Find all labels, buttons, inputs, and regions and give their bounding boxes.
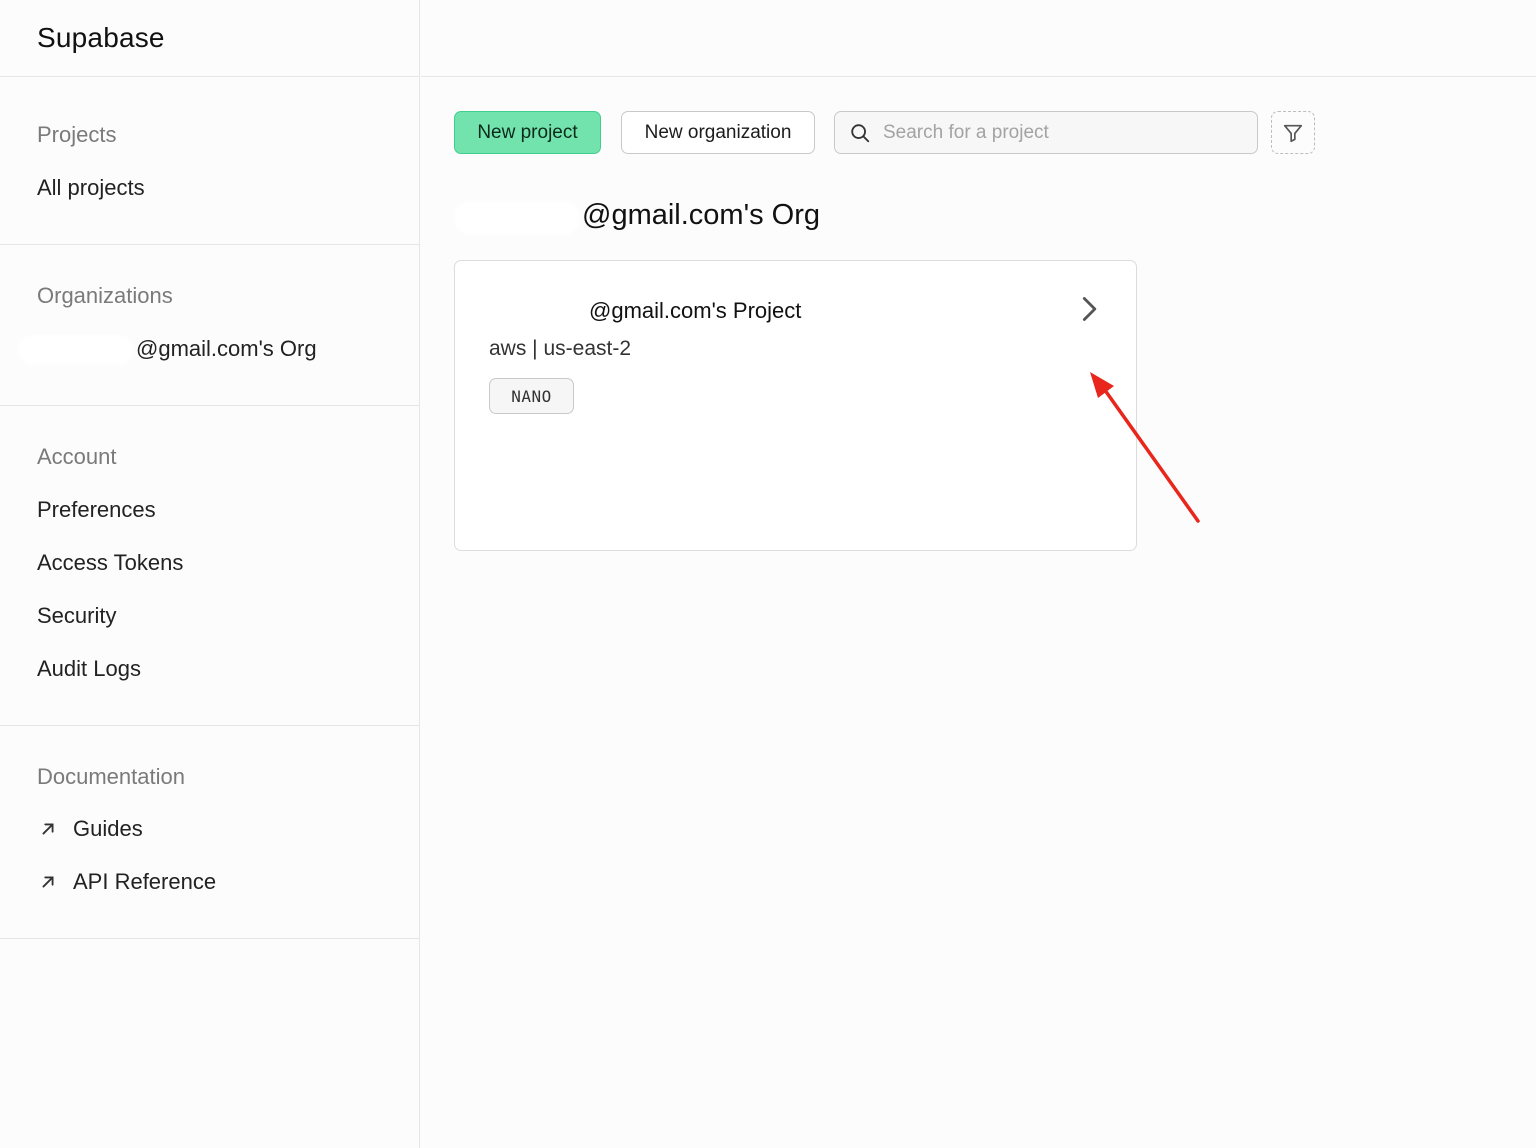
brand-logo[interactable]: Supabase xyxy=(0,0,419,77)
annotation-arrow xyxy=(1090,372,1200,523)
sidebar-section-account: Account Preferences Access Tokens Securi… xyxy=(0,406,420,726)
sidebar-item-guides-label: Guides xyxy=(73,816,143,841)
sidebar-heading-account: Account xyxy=(37,444,117,469)
sidebar-item-access-tokens[interactable]: Access Tokens xyxy=(37,550,183,575)
filter-icon xyxy=(1283,124,1303,142)
sidebar-item-org[interactable]: @gmail.com's Org xyxy=(136,336,317,361)
project-region: aws | us-east-2 xyxy=(489,337,632,360)
sidebar-item-preferences[interactable]: Preferences xyxy=(37,497,156,522)
sidebar-item-security[interactable]: Security xyxy=(37,603,116,628)
sidebar-section-organizations: Organizations @gmail.com's Org xyxy=(0,245,420,406)
sidebar-section-projects: Projects All projects xyxy=(0,77,420,245)
sidebar-heading-documentation: Documentation xyxy=(37,764,185,789)
external-link-icon xyxy=(42,876,54,888)
redacted-email-mask xyxy=(483,297,585,327)
filter-button[interactable] xyxy=(1271,111,1315,154)
sidebar-item-guides[interactable]: Guides xyxy=(37,816,143,842)
chevron-right-icon[interactable] xyxy=(1075,294,1103,324)
project-title: @gmail.com's Project xyxy=(589,298,802,323)
sidebar-heading-projects: Projects xyxy=(37,122,117,147)
external-link-icon xyxy=(42,823,54,835)
search-box xyxy=(834,111,1258,154)
sidebar-item-api-reference-label: API Reference xyxy=(73,869,217,894)
compute-size-badge: NANO xyxy=(489,378,574,414)
sidebar-section-documentation: Documentation Guides API Reference xyxy=(0,726,420,939)
sidebar-item-all-projects[interactable]: All projects xyxy=(37,175,145,200)
sidebar-item-audit-logs[interactable]: Audit Logs xyxy=(37,656,141,681)
sidebar-item-api-reference[interactable]: API Reference xyxy=(37,869,216,895)
search-icon xyxy=(851,123,870,142)
org-title: @gmail.com's Org xyxy=(582,199,821,231)
redacted-email-mask xyxy=(456,203,578,233)
new-organization-button[interactable]: New organization xyxy=(621,111,815,154)
redacted-email-mask xyxy=(20,337,132,363)
project-card[interactable]: @gmail.com's Project aws | us-east-2 NAN… xyxy=(454,260,1137,551)
sidebar: Supabase Projects All projects Organizat… xyxy=(0,0,420,1148)
sidebar-heading-organizations: Organizations xyxy=(37,283,173,308)
search-input[interactable] xyxy=(883,121,1243,144)
brand-name: Supabase xyxy=(37,22,165,53)
top-bar xyxy=(421,0,1536,77)
new-project-button[interactable]: New project xyxy=(454,111,601,154)
